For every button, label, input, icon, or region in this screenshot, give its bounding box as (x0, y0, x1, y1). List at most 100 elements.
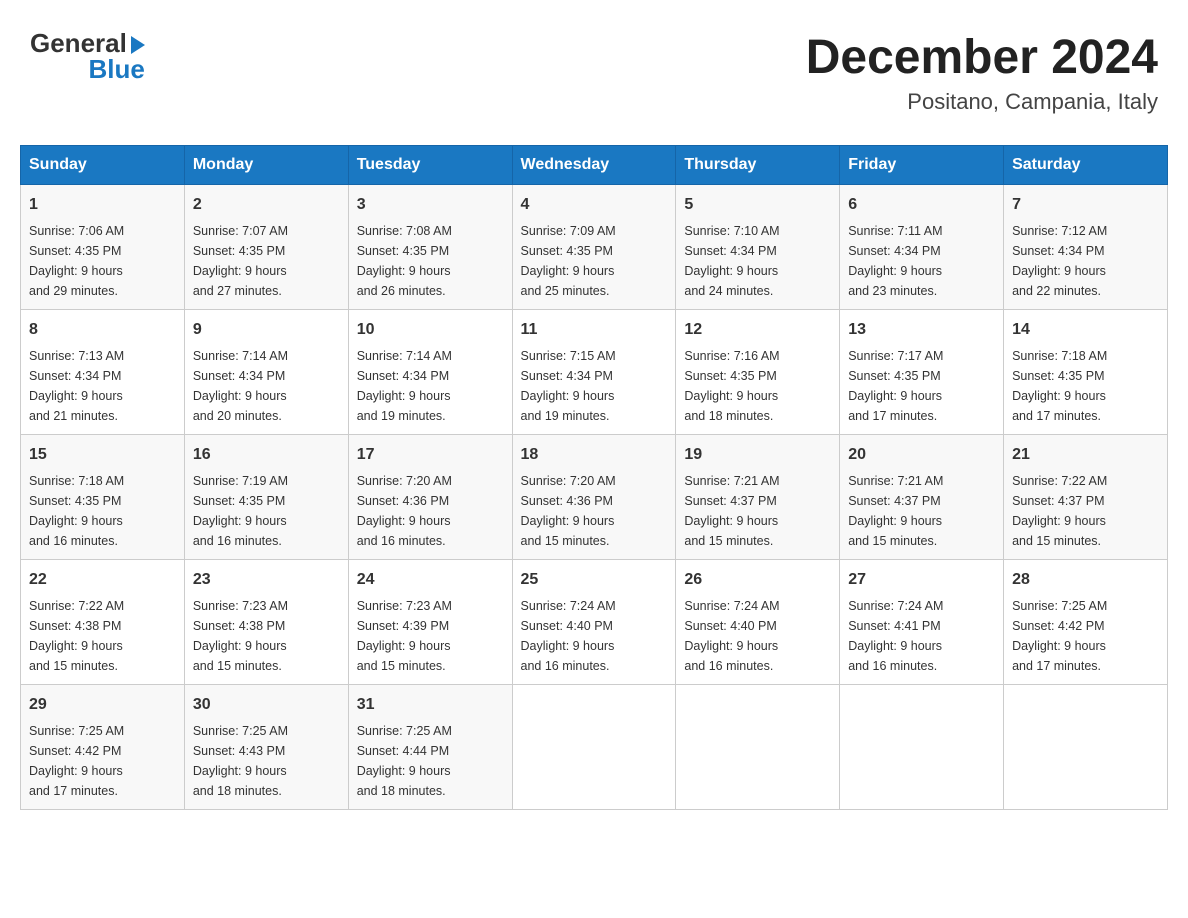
day-info: Sunrise: 7:23 AM Sunset: 4:38 PM Dayligh… (193, 596, 340, 676)
day-info: Sunrise: 7:07 AM Sunset: 4:35 PM Dayligh… (193, 221, 340, 301)
calendar-cell: 3 Sunrise: 7:08 AM Sunset: 4:35 PM Dayli… (348, 185, 512, 310)
logo-top-text: General (30, 30, 145, 56)
calendar-cell: 4 Sunrise: 7:09 AM Sunset: 4:35 PM Dayli… (512, 185, 676, 310)
calendar-cell: 21 Sunrise: 7:22 AM Sunset: 4:37 PM Dayl… (1004, 435, 1168, 560)
calendar-cell (1004, 685, 1168, 810)
day-number: 11 (521, 318, 668, 342)
calendar-cell: 18 Sunrise: 7:20 AM Sunset: 4:36 PM Dayl… (512, 435, 676, 560)
header-saturday: Saturday (1004, 146, 1168, 185)
logo-icon: General Blue (30, 30, 145, 82)
day-number: 20 (848, 443, 995, 467)
calendar-cell: 16 Sunrise: 7:19 AM Sunset: 4:35 PM Dayl… (184, 435, 348, 560)
day-info: Sunrise: 7:16 AM Sunset: 4:35 PM Dayligh… (684, 346, 831, 426)
calendar-week-2: 8 Sunrise: 7:13 AM Sunset: 4:34 PM Dayli… (21, 310, 1168, 435)
calendar-cell: 22 Sunrise: 7:22 AM Sunset: 4:38 PM Dayl… (21, 560, 185, 685)
header-friday: Friday (840, 146, 1004, 185)
day-info: Sunrise: 7:19 AM Sunset: 4:35 PM Dayligh… (193, 471, 340, 551)
day-info: Sunrise: 7:25 AM Sunset: 4:42 PM Dayligh… (29, 721, 176, 801)
day-number: 19 (684, 443, 831, 467)
day-info: Sunrise: 7:24 AM Sunset: 4:41 PM Dayligh… (848, 596, 995, 676)
day-number: 10 (357, 318, 504, 342)
day-number: 15 (29, 443, 176, 467)
day-number: 13 (848, 318, 995, 342)
calendar-cell: 2 Sunrise: 7:07 AM Sunset: 4:35 PM Dayli… (184, 185, 348, 310)
day-number: 2 (193, 193, 340, 217)
day-info: Sunrise: 7:09 AM Sunset: 4:35 PM Dayligh… (521, 221, 668, 301)
calendar-cell: 23 Sunrise: 7:23 AM Sunset: 4:38 PM Dayl… (184, 560, 348, 685)
calendar-cell: 14 Sunrise: 7:18 AM Sunset: 4:35 PM Dayl… (1004, 310, 1168, 435)
day-info: Sunrise: 7:20 AM Sunset: 4:36 PM Dayligh… (521, 471, 668, 551)
calendar-cell: 15 Sunrise: 7:18 AM Sunset: 4:35 PM Dayl… (21, 435, 185, 560)
calendar-cell: 31 Sunrise: 7:25 AM Sunset: 4:44 PM Dayl… (348, 685, 512, 810)
calendar-cell: 8 Sunrise: 7:13 AM Sunset: 4:34 PM Dayli… (21, 310, 185, 435)
day-number: 1 (29, 193, 176, 217)
calendar-cell: 11 Sunrise: 7:15 AM Sunset: 4:34 PM Dayl… (512, 310, 676, 435)
header-sunday: Sunday (21, 146, 185, 185)
day-info: Sunrise: 7:21 AM Sunset: 4:37 PM Dayligh… (684, 471, 831, 551)
calendar-cell: 6 Sunrise: 7:11 AM Sunset: 4:34 PM Dayli… (840, 185, 1004, 310)
day-number: 4 (521, 193, 668, 217)
calendar-week-3: 15 Sunrise: 7:18 AM Sunset: 4:35 PM Dayl… (21, 435, 1168, 560)
page-title: December 2024 (806, 30, 1158, 85)
logo: General Blue (30, 30, 145, 82)
calendar-cell: 13 Sunrise: 7:17 AM Sunset: 4:35 PM Dayl… (840, 310, 1004, 435)
calendar-week-5: 29 Sunrise: 7:25 AM Sunset: 4:42 PM Dayl… (21, 685, 1168, 810)
page-header: General Blue December 2024 Positano, Cam… (20, 20, 1168, 125)
day-info: Sunrise: 7:06 AM Sunset: 4:35 PM Dayligh… (29, 221, 176, 301)
day-info: Sunrise: 7:22 AM Sunset: 4:37 PM Dayligh… (1012, 471, 1159, 551)
day-info: Sunrise: 7:10 AM Sunset: 4:34 PM Dayligh… (684, 221, 831, 301)
day-info: Sunrise: 7:23 AM Sunset: 4:39 PM Dayligh… (357, 596, 504, 676)
day-number: 30 (193, 693, 340, 717)
day-info: Sunrise: 7:18 AM Sunset: 4:35 PM Dayligh… (1012, 346, 1159, 426)
day-number: 29 (29, 693, 176, 717)
calendar-header-row: Sunday Monday Tuesday Wednesday Thursday… (21, 146, 1168, 185)
calendar-cell: 25 Sunrise: 7:24 AM Sunset: 4:40 PM Dayl… (512, 560, 676, 685)
header-monday: Monday (184, 146, 348, 185)
day-number: 28 (1012, 568, 1159, 592)
calendar-cell (840, 685, 1004, 810)
title-section: December 2024 Positano, Campania, Italy (806, 30, 1158, 115)
day-info: Sunrise: 7:12 AM Sunset: 4:34 PM Dayligh… (1012, 221, 1159, 301)
day-info: Sunrise: 7:25 AM Sunset: 4:42 PM Dayligh… (1012, 596, 1159, 676)
header-wednesday: Wednesday (512, 146, 676, 185)
day-number: 17 (357, 443, 504, 467)
day-number: 7 (1012, 193, 1159, 217)
calendar-cell: 24 Sunrise: 7:23 AM Sunset: 4:39 PM Dayl… (348, 560, 512, 685)
page-subtitle: Positano, Campania, Italy (806, 89, 1158, 115)
day-info: Sunrise: 7:17 AM Sunset: 4:35 PM Dayligh… (848, 346, 995, 426)
calendar-cell (512, 685, 676, 810)
day-info: Sunrise: 7:24 AM Sunset: 4:40 PM Dayligh… (521, 596, 668, 676)
calendar-cell: 9 Sunrise: 7:14 AM Sunset: 4:34 PM Dayli… (184, 310, 348, 435)
calendar-cell: 5 Sunrise: 7:10 AM Sunset: 4:34 PM Dayli… (676, 185, 840, 310)
calendar-cell: 28 Sunrise: 7:25 AM Sunset: 4:42 PM Dayl… (1004, 560, 1168, 685)
day-info: Sunrise: 7:14 AM Sunset: 4:34 PM Dayligh… (193, 346, 340, 426)
day-number: 14 (1012, 318, 1159, 342)
calendar-cell (676, 685, 840, 810)
day-number: 9 (193, 318, 340, 342)
calendar-cell: 19 Sunrise: 7:21 AM Sunset: 4:37 PM Dayl… (676, 435, 840, 560)
day-number: 24 (357, 568, 504, 592)
day-info: Sunrise: 7:20 AM Sunset: 4:36 PM Dayligh… (357, 471, 504, 551)
day-number: 5 (684, 193, 831, 217)
calendar-cell: 7 Sunrise: 7:12 AM Sunset: 4:34 PM Dayli… (1004, 185, 1168, 310)
day-number: 26 (684, 568, 831, 592)
day-info: Sunrise: 7:11 AM Sunset: 4:34 PM Dayligh… (848, 221, 995, 301)
calendar-week-1: 1 Sunrise: 7:06 AM Sunset: 4:35 PM Dayli… (21, 185, 1168, 310)
day-number: 12 (684, 318, 831, 342)
day-number: 25 (521, 568, 668, 592)
day-number: 22 (29, 568, 176, 592)
day-info: Sunrise: 7:15 AM Sunset: 4:34 PM Dayligh… (521, 346, 668, 426)
calendar-cell: 27 Sunrise: 7:24 AM Sunset: 4:41 PM Dayl… (840, 560, 1004, 685)
day-info: Sunrise: 7:08 AM Sunset: 4:35 PM Dayligh… (357, 221, 504, 301)
day-number: 6 (848, 193, 995, 217)
day-number: 16 (193, 443, 340, 467)
header-thursday: Thursday (676, 146, 840, 185)
day-number: 27 (848, 568, 995, 592)
day-info: Sunrise: 7:13 AM Sunset: 4:34 PM Dayligh… (29, 346, 176, 426)
day-info: Sunrise: 7:18 AM Sunset: 4:35 PM Dayligh… (29, 471, 176, 551)
calendar-cell: 10 Sunrise: 7:14 AM Sunset: 4:34 PM Dayl… (348, 310, 512, 435)
day-info: Sunrise: 7:25 AM Sunset: 4:43 PM Dayligh… (193, 721, 340, 801)
day-number: 3 (357, 193, 504, 217)
header-tuesday: Tuesday (348, 146, 512, 185)
day-number: 23 (193, 568, 340, 592)
